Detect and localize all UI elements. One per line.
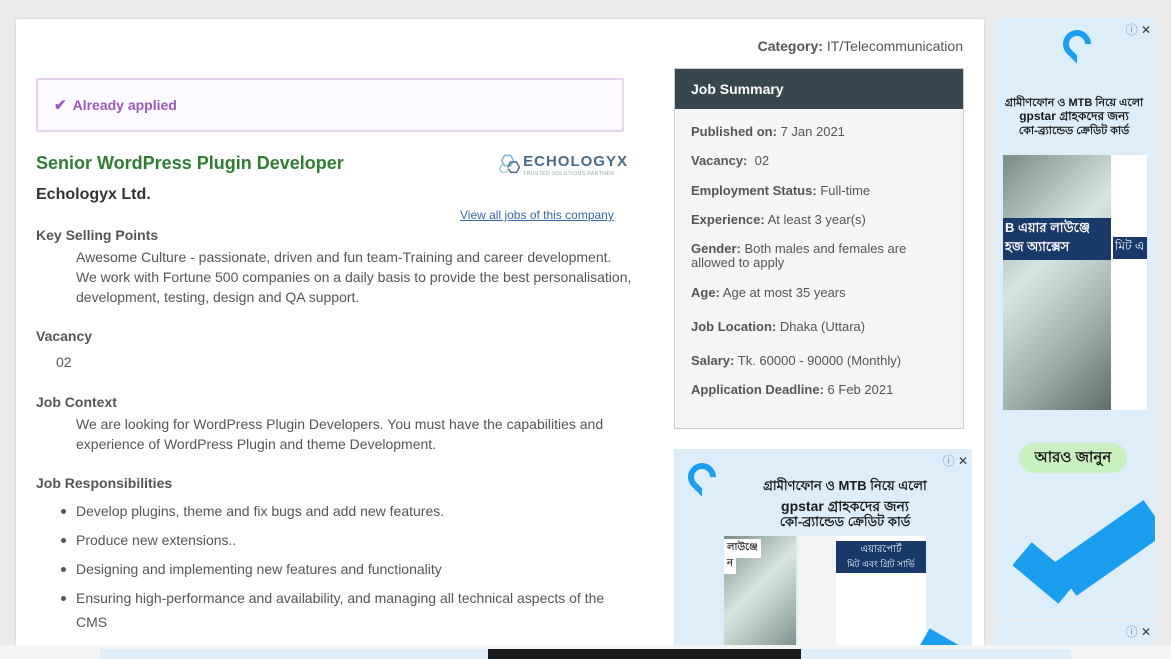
- already-applied-text: Already applied: [72, 97, 177, 113]
- job-responsibilities-heading: Job Responsibilities: [36, 475, 173, 491]
- list-item: Develop plugins, theme and fix bugs and …: [61, 499, 636, 523]
- summary-salary: Salary: Tk. 60000 - 90000 (Monthly): [691, 353, 902, 368]
- logo-wordmark: ECHOLOGYX: [523, 153, 628, 170]
- ad-headline-3: কো-ব্র্যান্ডেড ক্রেডিট কার্ড: [1018, 125, 1130, 137]
- list-item: Ensuring high-performance and availabili…: [61, 586, 636, 634]
- summary-experience: Experience: At least 3 year(s): [691, 212, 866, 227]
- bottom-sticky-ad[interactable]: [0, 645, 1171, 659]
- telenor-logo-icon: [1057, 24, 1097, 64]
- ad-info-close-icons[interactable]: ⓘ ✕: [1126, 623, 1151, 640]
- company-name: Echologyx Ltd.: [36, 186, 151, 203]
- ad-photo-panel: [1111, 155, 1147, 410]
- ad-photo-caption-3: মিট এ: [1113, 237, 1147, 259]
- job-summary-title: Job Summary: [675, 69, 963, 109]
- telenor-logo-icon: [682, 457, 722, 497]
- vacancy-heading: Vacancy: [36, 328, 93, 344]
- key-selling-heading: Key Selling Points: [36, 227, 159, 243]
- job-details-card: Category: IT/Telecommunication ✔ Already…: [15, 18, 985, 659]
- ad-info-close-icons[interactable]: ⓘ ✕: [943, 452, 968, 469]
- logo-tagline: TRUSTED SOLUTIONS PARTNER: [523, 171, 615, 177]
- job-summary-panel: Job Summary Published on: 7 Jan 2021 Vac…: [674, 68, 964, 429]
- ad-photo-hand: [798, 536, 836, 659]
- job-context-body: We are looking for WordPress Plugin Deve…: [76, 416, 604, 452]
- bottom-ad-right: [801, 649, 1071, 659]
- list-item: Designing and implementing new features …: [61, 557, 636, 581]
- category-label: Category:: [757, 38, 823, 54]
- category-line: Category: IT/Telecommunication: [758, 38, 963, 54]
- view-all-jobs-link[interactable]: View all jobs of this company: [460, 208, 614, 222]
- ad-photo-caption-2: ন: [724, 555, 736, 574]
- check-icon: ✔: [54, 97, 67, 114]
- summary-age: Age: Age at most 35 years: [691, 285, 846, 300]
- responsibilities-list: Develop plugins, theme and fix bugs and …: [61, 499, 636, 659]
- summary-location: Job Location: Dhaka (Uttara): [691, 319, 866, 334]
- list-item: Produce new extensions..: [61, 528, 636, 552]
- bottom-ad-center: [488, 649, 801, 659]
- summary-vacancy: Vacancy: 02: [691, 153, 770, 168]
- vacancy-value: 02: [56, 354, 72, 370]
- company-logo: ECHOLOGYX TRUSTED SOLUTIONS PARTNER: [498, 149, 628, 181]
- ad-headline-3: কো-ব্র্যান্ডেড ক্রেডিট কার্ড: [779, 514, 911, 529]
- summary-published: Published on: 7 Jan 2021: [691, 124, 845, 139]
- hexagon-logo-icon: [498, 154, 521, 174]
- sidebar-advertisement[interactable]: ⓘ ✕ গ্রামীণফোন ও MTB নিয়ে এলো gpstar গ্…: [995, 18, 1155, 618]
- ad-photo-caption-4: মিট এবং গ্রিট সার্ভি: [836, 556, 926, 573]
- job-context-heading: Job Context: [36, 394, 117, 410]
- key-selling-body: Awesome Culture - passionate, driven and…: [76, 249, 632, 305]
- middle-advertisement[interactable]: ⓘ ✕ গ্রামীণফোন ও MTB নিয়ে এলো gpstar গ্…: [674, 449, 972, 659]
- ad-info-close-icons[interactable]: ⓘ ✕: [1126, 21, 1151, 38]
- ad-photo: [1003, 155, 1111, 410]
- category-value: IT/Telecommunication: [826, 38, 963, 54]
- ad-photo-caption-2: হজ অ্যাক্সেস: [1003, 237, 1111, 260]
- job-title: Senior WordPress Plugin Developer: [36, 153, 344, 173]
- already-applied-banner: ✔ Already applied: [36, 78, 624, 132]
- bottom-ad-left: [100, 649, 488, 659]
- summary-employment-status: Employment Status: Full-time: [691, 183, 871, 198]
- ad-learn-more-button[interactable]: আরও জানুন: [1019, 443, 1127, 473]
- summary-gender: Gender: Both males and females are allow…: [691, 241, 907, 270]
- summary-deadline: Application Deadline: 6 Feb 2021: [691, 382, 894, 397]
